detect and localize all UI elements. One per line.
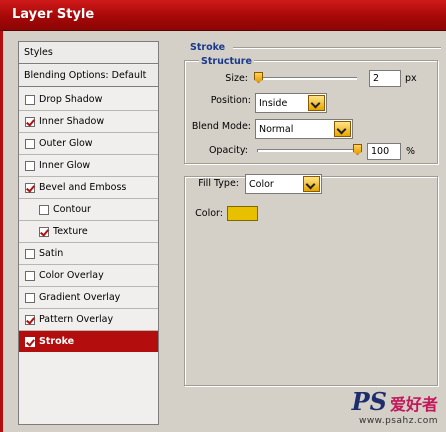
- style-item-stroke[interactable]: Stroke: [19, 331, 158, 352]
- opacity-unit: %: [406, 146, 416, 157]
- stroke-section-title: Stroke: [190, 42, 226, 53]
- window-title: Layer Style: [12, 7, 95, 22]
- satin-checkbox[interactable]: [25, 248, 35, 259]
- style-item-color-overlay[interactable]: Color Overlay: [19, 265, 158, 287]
- blending-options-item[interactable]: Blending Options: Default: [19, 65, 158, 87]
- opacity-slider[interactable]: [257, 149, 357, 152]
- size-input[interactable]: 2: [369, 70, 401, 87]
- contour-checkbox[interactable]: [39, 204, 49, 215]
- outer-glow-checkbox[interactable]: [25, 138, 35, 149]
- style-item-outer-glow[interactable]: Outer Glow: [19, 133, 158, 155]
- opacity-input[interactable]: 100: [367, 143, 401, 160]
- blend-mode-select[interactable]: Normal: [255, 119, 353, 139]
- size-unit: px: [405, 73, 417, 84]
- drop-shadow-checkbox[interactable]: [25, 94, 35, 105]
- stroke-checkbox[interactable]: [25, 336, 35, 347]
- fill-type-select[interactable]: Color: [245, 174, 322, 194]
- chevron-down-icon[interactable]: [303, 176, 320, 192]
- color-overlay-checkbox[interactable]: [25, 270, 35, 281]
- watermark: PS 爱好者 www.psahz.com: [352, 387, 438, 426]
- style-item-contour[interactable]: Contour: [19, 199, 158, 221]
- structure-title: Structure: [199, 56, 254, 67]
- style-item-bevel-emboss[interactable]: Bevel and Emboss: [19, 177, 158, 199]
- size-label: Size:: [225, 73, 248, 84]
- gradient-overlay-checkbox[interactable]: [25, 292, 35, 303]
- opacity-label: Opacity:: [208, 145, 248, 156]
- inner-shadow-checkbox[interactable]: [25, 116, 35, 127]
- color-label: Color:: [195, 208, 223, 219]
- stroke-section-divider: [233, 47, 441, 49]
- style-item-pattern-overlay[interactable]: Pattern Overlay: [19, 309, 158, 331]
- styles-header[interactable]: Styles: [19, 42, 158, 64]
- chevron-down-icon[interactable]: [308, 95, 325, 111]
- style-item-inner-glow[interactable]: Inner Glow: [19, 155, 158, 177]
- size-slider[interactable]: [257, 77, 357, 80]
- watermark-cjk: 爱好者: [389, 395, 438, 414]
- bevel-emboss-checkbox[interactable]: [25, 182, 35, 193]
- position-select[interactable]: Inside: [255, 93, 327, 113]
- inner-glow-checkbox[interactable]: [25, 160, 35, 171]
- color-swatch[interactable]: [227, 206, 258, 221]
- texture-checkbox[interactable]: [39, 226, 49, 237]
- title-bar[interactable]: Layer Style: [0, 0, 446, 31]
- layer-style-dialog: Styles Blending Options: Default Drop Sh…: [0, 31, 446, 432]
- watermark-url: www.psahz.com: [358, 416, 438, 426]
- pattern-overlay-checkbox[interactable]: [25, 314, 35, 325]
- styles-list: Styles Blending Options: Default Drop Sh…: [18, 41, 159, 425]
- style-item-texture[interactable]: Texture: [19, 221, 158, 243]
- watermark-logo: PS: [351, 387, 387, 416]
- blend-mode-label: Blend Mode:: [191, 121, 251, 132]
- style-item-gradient-overlay[interactable]: Gradient Overlay: [19, 287, 158, 309]
- chevron-down-icon[interactable]: [334, 121, 351, 137]
- style-item-drop-shadow[interactable]: Drop Shadow: [19, 89, 158, 111]
- style-item-inner-shadow[interactable]: Inner Shadow: [19, 111, 158, 133]
- fill-type-label: Fill Type:: [187, 178, 241, 189]
- style-item-satin[interactable]: Satin: [19, 243, 158, 265]
- position-label: Position:: [210, 95, 251, 106]
